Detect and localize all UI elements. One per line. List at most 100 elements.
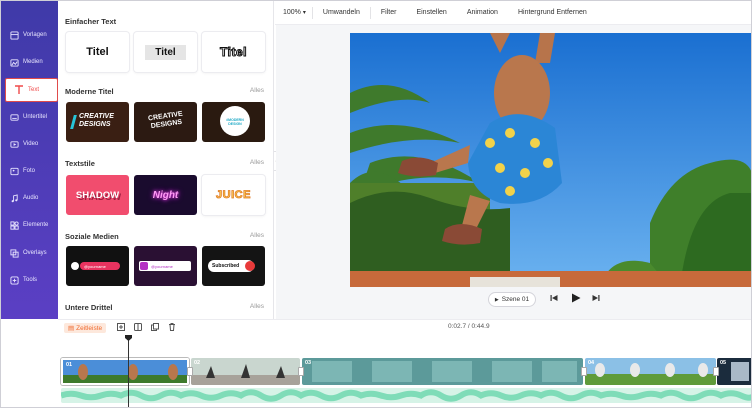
section-title-modern: Moderne Titel xyxy=(65,87,114,96)
top-toolbar: 100% ▾ Umwandeln Filter Einstellen Anima… xyxy=(275,1,751,25)
sidebar-item-vorlagen[interactable]: Vorlagen xyxy=(1,23,58,47)
timeline-clip[interactable]: 04 xyxy=(585,358,716,385)
zoom-value: 100% xyxy=(283,9,301,16)
card-label: CREATIVE DESIGNS xyxy=(79,113,114,128)
text-style-card[interactable]: Night xyxy=(134,175,197,215)
sidebar-item-label: Text xyxy=(28,87,40,93)
sidebar-item-label: Audio xyxy=(23,195,39,201)
editor-window: Vorlagen Medien Text Untertitel Video Fo… xyxy=(0,0,752,408)
modern-title-card[interactable]: #MODERN DESIGN xyxy=(202,102,265,142)
section-title-social: Soziale Medien xyxy=(65,232,119,241)
text-style-card[interactable]: SHADOW xyxy=(66,175,129,215)
card-label: Night xyxy=(152,189,179,201)
preview-image[interactable] xyxy=(350,33,751,287)
timeline-clip[interactable]: 03 xyxy=(302,358,583,385)
skip-back-icon[interactable] xyxy=(550,294,558,304)
toolbar-button-remove-background[interactable]: Hintergrund Entfernen xyxy=(508,1,597,25)
sidebar-item-label: Untertitel xyxy=(23,114,48,120)
scene-button[interactable]: ▶ Szene 01 xyxy=(488,292,536,307)
social-media-card[interactable]: @yourname xyxy=(66,246,129,286)
skip-forward-icon[interactable] xyxy=(592,294,600,304)
sidebar-item-elemente[interactable]: Elemente xyxy=(1,213,58,237)
toolbar-button-filter[interactable]: Filter xyxy=(371,1,407,25)
preview-stage xyxy=(276,25,751,319)
sidebar-item-overlays[interactable]: Overlays xyxy=(1,241,58,265)
text-icon xyxy=(14,85,24,95)
sidebar-nav: Vorlagen Medien Text Untertitel Video Fo… xyxy=(1,1,58,319)
text-panel: Einfacher Text Titel Titel Titel Moderne… xyxy=(58,1,274,319)
clip-number: 05 xyxy=(720,360,727,366)
see-all-link[interactable]: Alles xyxy=(250,303,264,310)
card-label: SHADOW xyxy=(75,189,120,201)
card-label: Titel xyxy=(220,45,247,60)
playhead-line[interactable] xyxy=(128,335,129,407)
audio-icon xyxy=(9,193,19,203)
timeline-label: Zeitleiste xyxy=(76,324,103,332)
section-title-simple: Einfacher Text xyxy=(65,17,117,26)
text-preset-card[interactable]: Titel xyxy=(202,32,265,72)
elements-icon xyxy=(9,220,19,230)
template-icon xyxy=(9,30,19,40)
see-all-link[interactable]: Alles xyxy=(250,159,264,166)
photo-icon xyxy=(9,166,19,176)
card-label: #MODERN DESIGN xyxy=(226,118,244,126)
clip-trim-handle[interactable] xyxy=(581,367,587,376)
add-icon[interactable] xyxy=(117,323,125,333)
clip-number: 02 xyxy=(194,360,201,366)
sidebar-item-label: Video xyxy=(23,141,39,147)
card-label: CREATIVE DESIGNS xyxy=(147,110,184,131)
timeline-clip[interactable]: 02 xyxy=(191,358,300,385)
duplicate-icon[interactable] xyxy=(151,323,159,333)
player-controls: ▶ Szene 01 xyxy=(276,289,751,311)
play-icon[interactable] xyxy=(571,293,581,305)
media-icon xyxy=(9,57,19,67)
section-title-lower-thirds: Untere Drittel xyxy=(65,303,113,312)
video-icon xyxy=(9,139,19,149)
tools-icon xyxy=(9,275,19,285)
zoom-select[interactable]: 100% ▾ xyxy=(275,1,312,25)
card-label: Titel xyxy=(86,46,109,58)
sidebar-item-tools[interactable]: Tools xyxy=(1,268,58,292)
section-title-styles: Textstile xyxy=(65,159,95,168)
text-style-card[interactable]: JUICE xyxy=(202,175,265,215)
sidebar-item-medien[interactable]: Medien xyxy=(1,50,58,74)
toolbar-button-umwandeln[interactable]: Umwandeln xyxy=(313,1,370,25)
time-readout: 0:02.7 / 0:44.9 xyxy=(448,323,490,330)
timeline-toggle[interactable]: ▤ Zeitleiste xyxy=(64,323,107,333)
see-all-link[interactable]: Alles xyxy=(250,232,264,239)
sidebar-item-text[interactable]: Text xyxy=(5,78,58,102)
toolbar-button-einstellen[interactable]: Einstellen xyxy=(406,1,456,25)
sidebar-item-audio[interactable]: Audio xyxy=(1,186,58,210)
card-label: @yourname xyxy=(151,264,173,269)
social-media-card[interactable]: Subscribed xyxy=(202,246,265,286)
modern-title-card[interactable]: CREATIVE DESIGNS xyxy=(66,102,129,142)
see-all-link[interactable]: Alles xyxy=(250,87,264,94)
sidebar-item-label: Vorlagen xyxy=(23,32,47,38)
audio-track[interactable] xyxy=(61,388,751,403)
timeline-clip[interactable]: 05 xyxy=(717,358,751,385)
toolbar-button-animation[interactable]: Animation xyxy=(457,1,508,25)
subtitle-icon xyxy=(9,112,19,122)
timeline-icon: ▤ xyxy=(68,325,75,332)
card-label: Subscribed xyxy=(212,263,240,269)
delete-icon[interactable] xyxy=(168,323,176,333)
clip-trim-handle[interactable] xyxy=(713,367,719,376)
sidebar-item-video[interactable]: Video xyxy=(1,132,58,156)
card-label: JUICE xyxy=(216,189,251,202)
modern-title-card[interactable]: CREATIVE DESIGNS xyxy=(134,102,197,142)
clip-trim-handle[interactable] xyxy=(298,367,304,376)
timeline-toolbar: ▤ Zeitleiste 0:02.7 / 0:44.9 xyxy=(58,319,751,335)
timeline-clip[interactable]: 01 xyxy=(61,358,189,385)
clip-trim-handle[interactable] xyxy=(187,367,193,376)
card-label: @yourname xyxy=(84,263,106,269)
clip-number: 01 xyxy=(66,362,73,368)
overlays-icon xyxy=(9,248,19,258)
sidebar-item-foto[interactable]: Foto xyxy=(1,159,58,183)
sidebar-item-label: Medien xyxy=(23,59,43,65)
split-icon[interactable] xyxy=(134,323,142,333)
clip-number: 03 xyxy=(305,360,312,366)
text-preset-card[interactable]: Titel xyxy=(134,32,197,72)
text-preset-card[interactable]: Titel xyxy=(66,32,129,72)
sidebar-item-untertitel[interactable]: Untertitel xyxy=(1,105,58,129)
social-media-card[interactable]: @yourname xyxy=(134,246,197,286)
